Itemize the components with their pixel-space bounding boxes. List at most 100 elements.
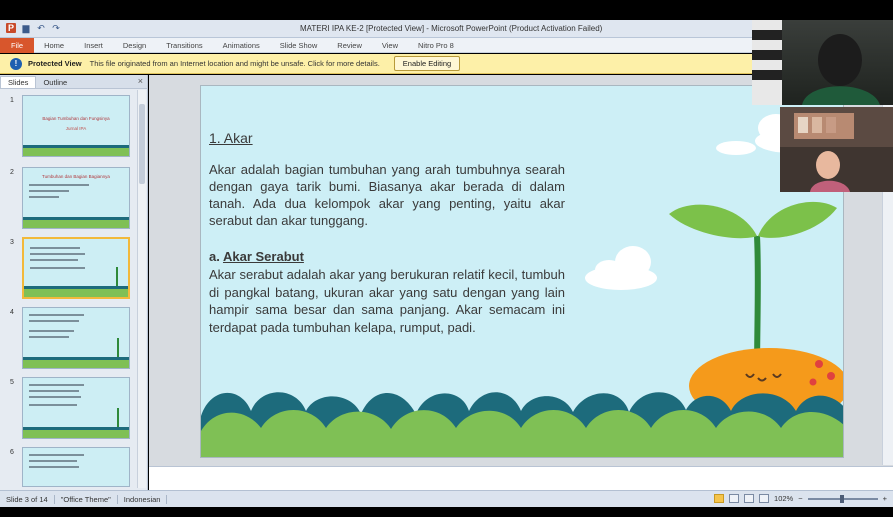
slide-subheading: a. Akar Serabut: [209, 249, 304, 264]
zoom-slider[interactable]: [807, 494, 878, 503]
tab-animations[interactable]: Animations: [213, 38, 270, 53]
thumb-text-line: [29, 404, 77, 406]
webcam-overlay-2: [780, 107, 893, 192]
thumb-text-line: [29, 460, 77, 462]
slides-pane-scrollbar[interactable]: [137, 90, 146, 488]
thumb-text-line: [29, 336, 69, 338]
tab-file[interactable]: File: [0, 37, 35, 53]
slide-preview: [22, 447, 130, 487]
thumb-text-line: [29, 314, 84, 316]
undo-icon[interactable]: ↶: [36, 23, 46, 33]
thumb-text-line: [29, 384, 84, 386]
slide-canvas[interactable]: 1. Akar Akar adalah bagian tumbuhan yang…: [200, 85, 844, 458]
protected-view-title: Protected View: [28, 59, 82, 68]
save-icon[interactable]: ▆: [21, 23, 31, 33]
tab-slides[interactable]: Slides: [0, 76, 37, 88]
thumb-grass: [23, 145, 129, 156]
close-pane-icon[interactable]: ×: [138, 75, 143, 88]
slide-counter: Slide 3 of 14: [0, 494, 55, 504]
thumb-text-line: [30, 259, 78, 261]
slide-preview: [22, 237, 130, 299]
slide-number: 2: [10, 169, 14, 176]
webcam-person-2: [780, 107, 893, 192]
slide-preview: Bagian Tumbuhan dan Fungsinya Jurnal IPA: [22, 95, 130, 157]
subheading-prefix: a.: [209, 249, 223, 264]
thumb-grass: [23, 427, 129, 438]
slide-number: 5: [10, 379, 14, 386]
thumb-text-line: [29, 390, 79, 392]
slide-heading: 1. Akar: [209, 130, 253, 146]
thumb-sprout: [117, 408, 119, 428]
thumb-grass: [24, 286, 128, 297]
tab-view[interactable]: View: [372, 38, 408, 53]
sprout-leaf-left: [669, 204, 757, 239]
thumb-sprout: [116, 267, 118, 287]
zoom-slider-knob[interactable]: [839, 494, 844, 503]
thumb-sprout: [117, 338, 119, 358]
pane-tabs: Slides Outline ×: [0, 75, 147, 89]
thumb-text-line: [29, 330, 74, 332]
slide-number: 1: [10, 97, 14, 104]
redo-icon[interactable]: ↷: [51, 23, 61, 33]
zoom-level[interactable]: 102%: [774, 494, 793, 503]
thumb-grass: [23, 357, 129, 368]
language-indicator[interactable]: Indonesian: [118, 494, 168, 504]
tab-transitions[interactable]: Transitions: [156, 38, 212, 53]
tab-home[interactable]: Home: [34, 38, 74, 53]
normal-view-icon[interactable]: [714, 494, 725, 503]
webcam-person-1: [752, 20, 880, 105]
slide-preview: [22, 307, 130, 369]
subheading-text: Akar Serabut: [222, 249, 304, 264]
thumb-text-line: [30, 253, 85, 255]
slide-number: 6: [10, 449, 14, 456]
slides-pane: Slides Outline × 1 Bagian Tumbuhan dan F…: [0, 75, 148, 490]
thumb-text-line: [29, 320, 79, 322]
protected-view-message[interactable]: This file originated from an Internet lo…: [90, 59, 380, 68]
slide-thumbnail-4[interactable]: 4: [0, 307, 134, 373]
thumb-text-line: [29, 184, 89, 186]
tab-slide-show[interactable]: Slide Show: [270, 38, 328, 53]
tab-nitro-pro[interactable]: Nitro Pro 8: [408, 38, 464, 53]
notes-pane[interactable]: [149, 466, 893, 490]
thumb-text-line: [29, 466, 79, 468]
scrollbar-thumb[interactable]: [139, 104, 145, 184]
cloud-middle: [585, 246, 657, 290]
shield-info-icon: !: [10, 57, 22, 70]
theme-name[interactable]: "Office Theme": [55, 494, 118, 504]
slide-number: 4: [10, 309, 14, 316]
zoom-out-icon[interactable]: −: [798, 494, 802, 503]
zoom-in-icon[interactable]: +: [883, 494, 887, 503]
slide-thumbnail-2[interactable]: 2 Tumbuhan dan Bagian Bagiannya: [0, 167, 134, 233]
view-zoom-controls: 102% − +: [714, 494, 887, 503]
slide-number: 3: [10, 239, 14, 246]
powerpoint-logo-icon[interactable]: P: [6, 23, 16, 33]
sprout-leaf-right: [758, 201, 837, 238]
thumb-grass: [23, 217, 129, 228]
slide-thumbnail-1[interactable]: 1 Bagian Tumbuhan dan Fungsinya Jurnal I…: [0, 95, 134, 161]
tab-outline[interactable]: Outline: [36, 77, 74, 88]
window-title: MATERI IPA KE-2 [Protected View] - Micro…: [300, 24, 603, 33]
quick-access-toolbar: P ▆ ↶ ↷: [6, 23, 61, 33]
slide-preview: Tumbuhan dan Bagian Bagiannya: [22, 167, 130, 229]
slide-show-icon[interactable]: [759, 494, 770, 503]
enable-editing-button[interactable]: Enable Editing: [393, 56, 461, 71]
thumb-text-line: [29, 396, 81, 398]
tab-review[interactable]: Review: [327, 38, 372, 53]
slide-paragraph-1: Akar adalah bagian tumbuhan yang arah tu…: [209, 162, 565, 228]
thumb-title: Bagian Tumbuhan dan Fungsinya: [42, 116, 110, 121]
thumb-text-line: [30, 267, 85, 269]
slide-preview: [22, 377, 130, 439]
slide-thumbnail-3[interactable]: 3: [0, 237, 134, 303]
status-bar: Slide 3 of 14 "Office Theme" Indonesian …: [0, 490, 893, 507]
thumb-text-line: [30, 247, 80, 249]
tab-design[interactable]: Design: [113, 38, 156, 53]
tab-insert[interactable]: Insert: [74, 38, 113, 53]
webcam-overlay-1: [752, 20, 893, 105]
slide-sorter-icon[interactable]: [729, 494, 740, 503]
slide-paragraph-2: Akar serabut adalah akar yang berukuran …: [209, 267, 565, 335]
thumb-subtitle: Jurnal IPA: [65, 126, 87, 131]
slide-thumbnail-5[interactable]: 5: [0, 377, 134, 443]
thumb-text-line: [29, 196, 59, 198]
thumb-text-line: [29, 190, 69, 192]
reading-view-icon[interactable]: [744, 494, 755, 503]
